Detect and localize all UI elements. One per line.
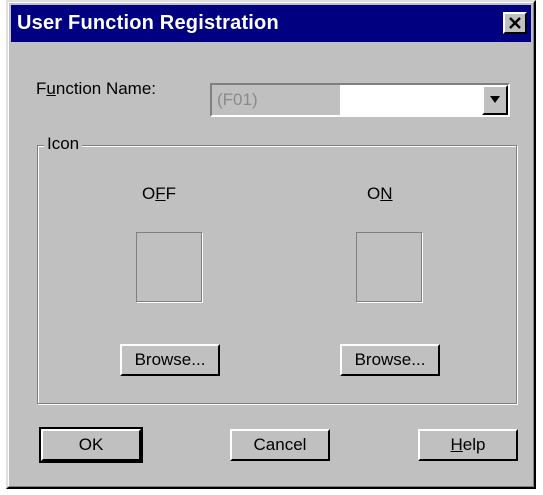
ok-button[interactable]: OK — [39, 427, 143, 463]
title-bar[interactable]: User Function Registration — [11, 5, 531, 42]
icon-group-label: Icon — [44, 134, 83, 154]
off-icon-preview — [136, 232, 202, 302]
function-name-label: Function Name: — [36, 79, 157, 98]
function-name-value: (F01) — [212, 85, 340, 115]
close-button[interactable] — [503, 12, 527, 34]
on-label: ON — [367, 184, 393, 203]
function-name-combobox[interactable]: (F01) — [210, 83, 510, 117]
off-browse-button[interactable]: Browse... — [120, 344, 220, 376]
cancel-button[interactable]: Cancel — [230, 429, 330, 461]
user-function-registration-dialog: User Function Registration Function Name… — [6, 0, 536, 489]
on-browse-button[interactable]: Browse... — [340, 344, 440, 376]
chevron-down-icon — [490, 96, 500, 103]
on-icon-preview — [356, 232, 422, 302]
dialog-title: User Function Registration — [17, 12, 279, 34]
off-label: OFF — [142, 184, 177, 203]
function-name-dropdown-button[interactable] — [482, 85, 508, 115]
icon-groupbox: Icon OFF Browse... ON Browse... — [37, 134, 517, 404]
close-icon — [509, 17, 521, 29]
help-button[interactable]: Help — [418, 429, 518, 461]
